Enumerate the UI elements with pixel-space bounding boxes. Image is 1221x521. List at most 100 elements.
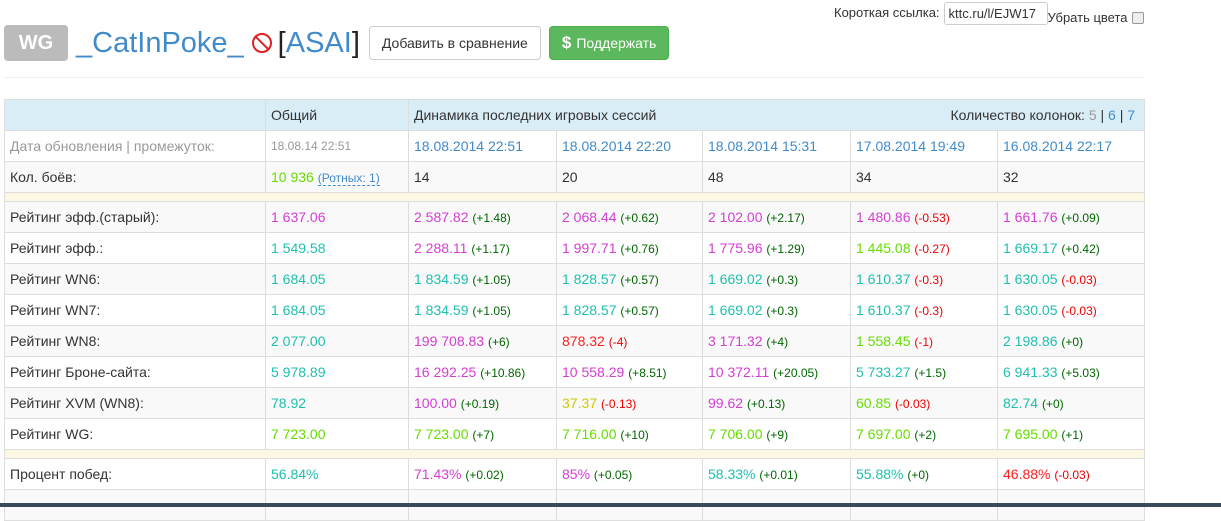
value: 1 997.71: [562, 240, 617, 256]
value: 2 288.11: [414, 240, 468, 256]
winrate-row-general: 56.84%: [265, 458, 409, 490]
delta: (+6): [487, 335, 510, 349]
session-cell: 1 445.08 (-0.27): [850, 232, 998, 264]
delta: (+1.05): [472, 304, 511, 318]
value: 7 695.00: [1003, 426, 1058, 442]
spacer-row: [3, 449, 1146, 459]
value: 78.92: [271, 395, 307, 411]
value: 1 610.37: [856, 271, 911, 287]
value: 1 828.57: [562, 271, 617, 287]
session-date[interactable]: 17.08.2014 19:49: [850, 130, 998, 162]
spacer-cell: [3, 192, 1146, 202]
columns-count: Количество колонок: 5 | 6 | 7: [950, 107, 1135, 123]
delta: (-4): [608, 335, 628, 349]
delta: (+1.17): [471, 242, 510, 256]
header-empty: [4, 99, 266, 131]
delta: (+0): [907, 468, 930, 482]
short-link-input[interactable]: [943, 2, 1048, 25]
value: 1 549.58: [271, 240, 326, 256]
taskbar: [0, 503, 1221, 507]
dynamics-title: Динамика последних игровых сессий: [414, 107, 657, 123]
delta: (+0.13): [746, 397, 786, 411]
rating-row: Рейтинг WG: 7 723.00 7 723.00 (+7) 7 716.00…: [4, 418, 1146, 450]
value: 7 706.00: [708, 426, 763, 442]
separator: |: [1119, 107, 1124, 123]
value: 1 669.02: [708, 271, 763, 287]
stats-table: Общий Динамика последних игровых сессий …: [3, 99, 1146, 521]
delta: (+2.17): [766, 211, 805, 225]
value: 1 669.17: [1003, 240, 1058, 256]
winrate-row-label: Процент побед:: [4, 458, 266, 490]
session-cell: 5 733.27 (+1.5): [850, 356, 998, 388]
add-to-compare-button[interactable]: Добавить в сравнение: [368, 26, 541, 60]
columns-option-6[interactable]: 6: [1108, 107, 1116, 123]
remove-colors-toggle[interactable]: Убрать цвета: [1048, 10, 1144, 25]
rating-row-label: Рейтинг WG:: [4, 418, 266, 450]
wg-badge: WG: [4, 25, 68, 61]
columns-option-5[interactable]: 5: [1089, 107, 1097, 123]
delta: (+4): [766, 335, 789, 349]
session-battles: 48: [702, 161, 851, 193]
value: 1 684.05: [271, 271, 326, 287]
rating-row-label: Рейтинг XVM (WN8):: [4, 387, 266, 419]
session-date[interactable]: 16.08.2014 22:17: [996, 130, 1146, 162]
player-nickname[interactable]: _CatInPoke_: [76, 27, 244, 60]
delta: (+0.62): [620, 211, 659, 225]
rating-row-general: 78.92: [265, 387, 409, 419]
value: 56.84%: [271, 466, 319, 482]
delta: (+0): [1061, 335, 1084, 349]
header-dynamics: Динамика последних игровых сессий Количе…: [407, 99, 1146, 131]
value: 2 198.86: [1003, 333, 1058, 349]
session-date[interactable]: 18.08.2014 22:20: [556, 130, 703, 162]
value: 2 587.82: [414, 209, 469, 225]
clan-link[interactable]: ASAI: [286, 27, 352, 59]
session-battles: 32: [996, 161, 1146, 193]
value: 7 716.00: [562, 426, 617, 442]
value: 37.37: [562, 395, 598, 411]
value: 5 733.27: [856, 364, 911, 380]
delta: (-0.3): [914, 304, 944, 318]
rating-row-label: Рейтинг WN6:: [4, 263, 266, 295]
session-cell: 3 171.32 (+4): [702, 325, 851, 357]
delta: (-0.3): [914, 273, 944, 287]
session-cell: 37.37 (-0.13): [556, 387, 703, 419]
session-cell: 1 661.76 (+0.09): [996, 201, 1146, 233]
value: 71.43%: [414, 466, 462, 482]
date-general: 18.08.14 22:51: [265, 130, 409, 162]
battles-general: 10 936 (Ротных: 1): [265, 161, 409, 193]
session-cell: 1 828.57 (+0.57): [556, 263, 703, 295]
value: 1 775.96: [708, 240, 763, 256]
company-battles-link[interactable]: (Ротных: 1): [317, 171, 380, 186]
delta: (+1.29): [766, 242, 805, 256]
support-button[interactable]: $ Поддержать: [548, 26, 670, 60]
value: 3 171.32: [708, 333, 763, 349]
session-cell: 1 775.96 (+1.29): [702, 232, 851, 264]
rating-row-general: 1 549.58: [265, 232, 409, 264]
delta: (+0): [1041, 397, 1064, 411]
session-date[interactable]: 18.08.2014 15:31: [702, 130, 851, 162]
columns-option-7[interactable]: 7: [1127, 107, 1135, 123]
player-header: WG _CatInPoke_ [ASAI] Добавить в сравнен…: [4, 25, 670, 61]
session-date[interactable]: 18.08.2014 22:51: [408, 130, 557, 162]
delta: (+0.3): [766, 304, 799, 318]
separator: |: [1100, 107, 1105, 123]
delta: (-0.03): [1054, 468, 1090, 482]
spacer-row: [3, 192, 1146, 202]
value: 199 708.83: [414, 333, 485, 349]
session-battles: 20: [556, 161, 703, 193]
session-cell: 1 669.17 (+0.42): [996, 232, 1146, 264]
clan-tag[interactable]: [ASAI]: [278, 27, 360, 60]
session-cell: 55.88% (+0): [850, 458, 998, 490]
value: 1 669.02: [708, 302, 763, 318]
remove-colors-checkbox[interactable]: [1131, 11, 1144, 24]
value: 5 978.89: [271, 364, 326, 380]
value: 1 834.59: [414, 302, 469, 318]
value: 1 684.05: [271, 302, 326, 318]
header-general: Общий: [265, 99, 409, 131]
session-cell: 10 558.29 (+8.51): [556, 356, 703, 388]
value: 55.88%: [856, 466, 904, 482]
delta: (-0.13): [600, 397, 637, 411]
delta: (+0.57): [620, 304, 659, 318]
rating-row-label: Рейтинг Броне-сайта:: [4, 356, 266, 388]
session-cell: 99.62 (+0.13): [702, 387, 851, 419]
